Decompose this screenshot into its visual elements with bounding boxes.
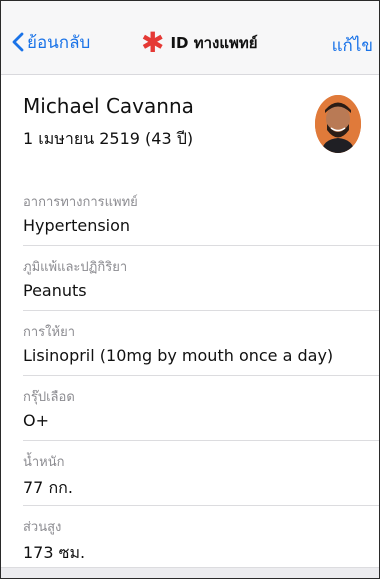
screen-frame: ย้อนกลับ ✱ ID ทางแพทย์ แก้ไข Michael Cav… [0, 0, 380, 579]
field-label: ภูมิแพ้และปฏิกิริยา [23, 260, 128, 275]
birth-date: 1 เมษายน 2519 (43 ปี) [23, 129, 194, 148]
back-button[interactable]: ย้อนกลับ [12, 29, 90, 55]
field-value: O+ [23, 411, 49, 430]
person-avatar-icon [315, 95, 361, 153]
chevron-left-icon [12, 32, 24, 52]
field-label: น้ำหนัก [23, 455, 65, 470]
avatar [315, 95, 361, 153]
list-item: ภูมิแพ้และปฏิกิริยา Peanuts [23, 246, 379, 311]
medical-star-icon: ✱ [141, 26, 165, 59]
field-value: Hypertension [23, 216, 131, 235]
field-label: ส่วนสูง [23, 520, 62, 535]
field-label: กรุ๊ปเลือด [23, 390, 75, 405]
field-label: อาการทางการแพทย์ [23, 195, 138, 210]
page-title-label: ID ทางแพทย์ [170, 34, 258, 52]
field-value: Peanuts [23, 281, 87, 300]
list-item: น้ำหนัก 77 กก. [23, 441, 379, 506]
field-value: 173 ซม. [23, 543, 86, 562]
field-label: การให้ยา [23, 325, 75, 340]
list-item: การให้ยา Lisinopril (10mg by mouth once … [23, 311, 379, 376]
list-item: กรุ๊ปเลือด O+ [23, 376, 379, 441]
navigation-bar: ย้อนกลับ ✱ ID ทางแพทย์ แก้ไข [1, 1, 379, 75]
field-value: 77 กก. [23, 478, 73, 497]
edit-button[interactable]: แก้ไข [332, 32, 373, 59]
profile-header: Michael Cavanna 1 เมษายน 2519 (43 ปี) [1, 75, 379, 173]
medical-fields: อาการทางการแพทย์ Hypertension ภูมิแพ้และ… [23, 181, 379, 570]
field-value: Lisinopril (10mg by mouth once a day) [23, 346, 334, 365]
person-name: Michael Cavanna [23, 94, 194, 118]
list-item: ส่วนสูง 173 ซม. [23, 506, 379, 570]
list-item: อาการทางการแพทย์ Hypertension [23, 181, 379, 246]
back-button-label: ย้อนกลับ [27, 32, 91, 53]
page-title: ✱ ID ทางแพทย์ [141, 26, 258, 59]
bottom-divider [1, 567, 379, 578]
